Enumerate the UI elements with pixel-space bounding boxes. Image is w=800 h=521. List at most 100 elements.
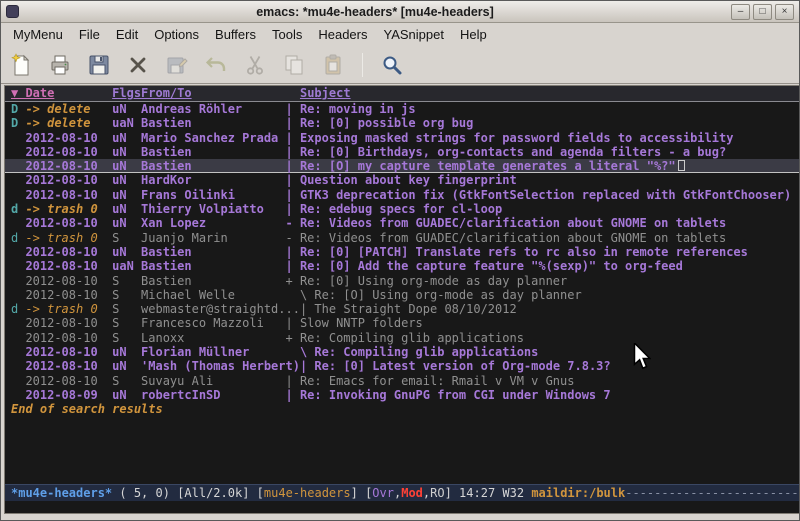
message-row[interactable]: 2012-08-10SSuvayu Ali| Re: Emacs for ema… [5,374,800,388]
subject-cell: - Re: Videos from GUADEC/clarification a… [286,216,727,230]
menu-tools[interactable]: Tools [264,24,310,45]
subject-cell: | Re: Invoking GnuPG from CGI under Wind… [286,388,611,402]
close-buffer-button[interactable] [125,52,151,78]
copy-button [281,52,307,78]
flags-cell: uN [112,359,141,373]
flags-cell: uN [112,202,141,216]
menu-buffers[interactable]: Buffers [207,24,264,45]
from-cell: Francesco Mazzoli [141,316,285,330]
from-cell: robertcInSD [141,388,285,402]
menu-yasnippet[interactable]: YASnippet [375,24,451,45]
message-row[interactable]: 2012-08-10uN'Mash (Thomas Herbert)| Re: … [5,359,800,373]
flags-cell: uaN [112,116,141,130]
titlebar[interactable]: emacs: *mu4e-headers* [mu4e-headers] –□× [1,1,799,23]
subject-cell: \ Re: [O] Using org-mode as day planner [286,288,582,302]
message-row[interactable]: 2012-08-10SBastien+ Re: [0] Using org-mo… [5,274,800,288]
menu-mymenu[interactable]: MyMenu [5,24,71,45]
subject-cell: - Re: Videos from GUADEC/clarification a… [286,231,727,245]
message-list: D-> deleteuNAndreas Röhler| Re: moving i… [5,102,800,402]
message-row[interactable]: 2012-08-10uNFrans Oilinki| GTK3 deprecat… [5,188,800,202]
message-row[interactable]: 2012-08-10uNXan Lopez- Re: Videos from G… [5,216,800,230]
date-cell: -> trash 0 [25,231,112,245]
subject-cell: | Re: [0] Add the capture feature "%(sex… [286,259,683,273]
from-cell: Lanoxx [141,331,285,345]
flags-cell: uN [112,345,141,359]
echo-area[interactable] [5,501,800,513]
minimize-button[interactable]: – [731,4,750,20]
message-row[interactable]: 2012-08-10uNHardKor| Question about key … [5,173,800,187]
from-cell: Xan Lopez [141,216,285,230]
message-row[interactable]: d-> trash 0uNThierry Volpiatto| Re: edeb… [5,202,800,216]
from-cell: HardKor [141,173,285,187]
frame: ▼ DateFlgsFrom/ToSubject D-> deleteuNAnd… [1,84,799,520]
message-row[interactable]: D-> deleteuNAndreas Röhler| Re: moving i… [5,102,800,116]
message-row[interactable]: 2012-08-10SMichael Welle \ Re: [O] Using… [5,288,800,302]
menu-headers[interactable]: Headers [310,24,375,45]
column-header-date[interactable]: ▼ Date [11,86,112,101]
modeline-plain: [ [257,486,264,500]
subject-cell: | Re: [0] possible org bug [286,116,474,130]
message-row[interactable]: 2012-08-10uaNBastien| Re: [0] Add the ca… [5,259,800,273]
flags-cell: uN [112,102,141,116]
menu-help[interactable]: Help [452,24,495,45]
message-row[interactable]: 2012-08-10uNFlorian Müllner \ Re: Compil… [5,345,800,359]
from-cell: Thierry Volpiatto [141,202,285,216]
column-header-flags[interactable]: Flgs [112,86,141,101]
message-row[interactable]: 2012-08-10SFrancesco Mazzoli| Slow NNTP … [5,316,800,330]
date-cell: 2012-08-10 [25,359,112,373]
save-icon [87,53,111,77]
modeline-dashes: ----------------------------------------… [625,486,800,500]
date-cell: 2012-08-10 [25,374,112,388]
subject-cell: + Re: [0] Using org-mode as day planner [286,274,568,288]
modeline-plain: ] [351,486,365,500]
message-row[interactable]: 2012-08-09uNrobertcInSD| Re: Invoking Gn… [5,388,800,402]
flags-cell: uN [112,216,141,230]
date-cell: 2012-08-10 [25,345,112,359]
modeline-mod: Mod [401,486,423,500]
copy-icon [282,53,306,77]
from-cell: Bastien [141,116,285,130]
subject-cell: | Slow NNTP folders [286,316,423,330]
from-cell: 'Mash (Thomas Herbert) [141,359,300,373]
close-button[interactable]: × [775,4,794,20]
menu-file[interactable]: File [71,24,108,45]
message-row[interactable]: 2012-08-10SLanoxx+ Re: Compiling glib ap… [5,331,800,345]
mode-line[interactable]: *mu4e-headers* ( 5, 0) [All/2.0k] [mu4e-… [5,484,800,501]
message-row[interactable]: 2012-08-10uNMario Sanchez Prada| Exposin… [5,131,800,145]
modeline-ovr: Ovr [372,486,394,500]
save-button[interactable] [86,52,112,78]
mark-char: d [11,231,25,245]
maximize-button[interactable]: □ [753,4,772,20]
message-row[interactable]: d-> trash 0SJuanjo Marin- Re: Videos fro… [5,231,800,245]
print-button[interactable] [47,52,73,78]
column-header-from[interactable]: From/To [141,86,300,101]
column-header-subject[interactable]: Subject [300,86,351,101]
save-as-icon [165,53,189,77]
message-row[interactable]: 2012-08-10uNBastien| Re: [0] [PATCH] Tra… [5,245,800,259]
message-row[interactable]: 2012-08-10uNBastien| Re: [0] Birthdays, … [5,145,800,159]
from-cell: Suvayu Ali [141,374,285,388]
from-cell: Mario Sanchez Prada [141,131,285,145]
new-file-button[interactable] [8,52,34,78]
flags-cell: S [112,316,141,330]
date-cell: 2012-08-10 [25,216,112,230]
flags-cell: uN [112,145,141,159]
date-cell: -> delete [25,116,112,130]
mark-char: d [11,202,25,216]
subject-cell: | Question about key fingerprint [286,173,517,187]
text-area[interactable]: ▼ DateFlgsFrom/ToSubject D-> deleteuNAnd… [5,86,800,484]
from-cell: webmaster@straightd... [141,302,300,316]
message-row[interactable]: d-> trash 0Swebmaster@straightd...| The … [5,302,800,316]
modeline-plain: ] [445,486,459,500]
search-button[interactable] [379,52,405,78]
subject-cell: | Re: edebug specs for cl-loop [286,202,503,216]
emacs-window: emacs: *mu4e-headers* [mu4e-headers] –□×… [0,0,800,521]
date-cell: 2012-08-10 [25,316,112,330]
message-row[interactable]: 2012-08-10uNBastien| Re: [O] my capture … [5,159,800,173]
menu-options[interactable]: Options [146,24,207,45]
message-row[interactable]: D-> deleteuaNBastien| Re: [0] possible o… [5,116,800,130]
print-icon [48,53,72,77]
modeline-plain: 14:27 [459,486,502,500]
toolbar-separator [362,53,363,77]
menu-edit[interactable]: Edit [108,24,146,45]
